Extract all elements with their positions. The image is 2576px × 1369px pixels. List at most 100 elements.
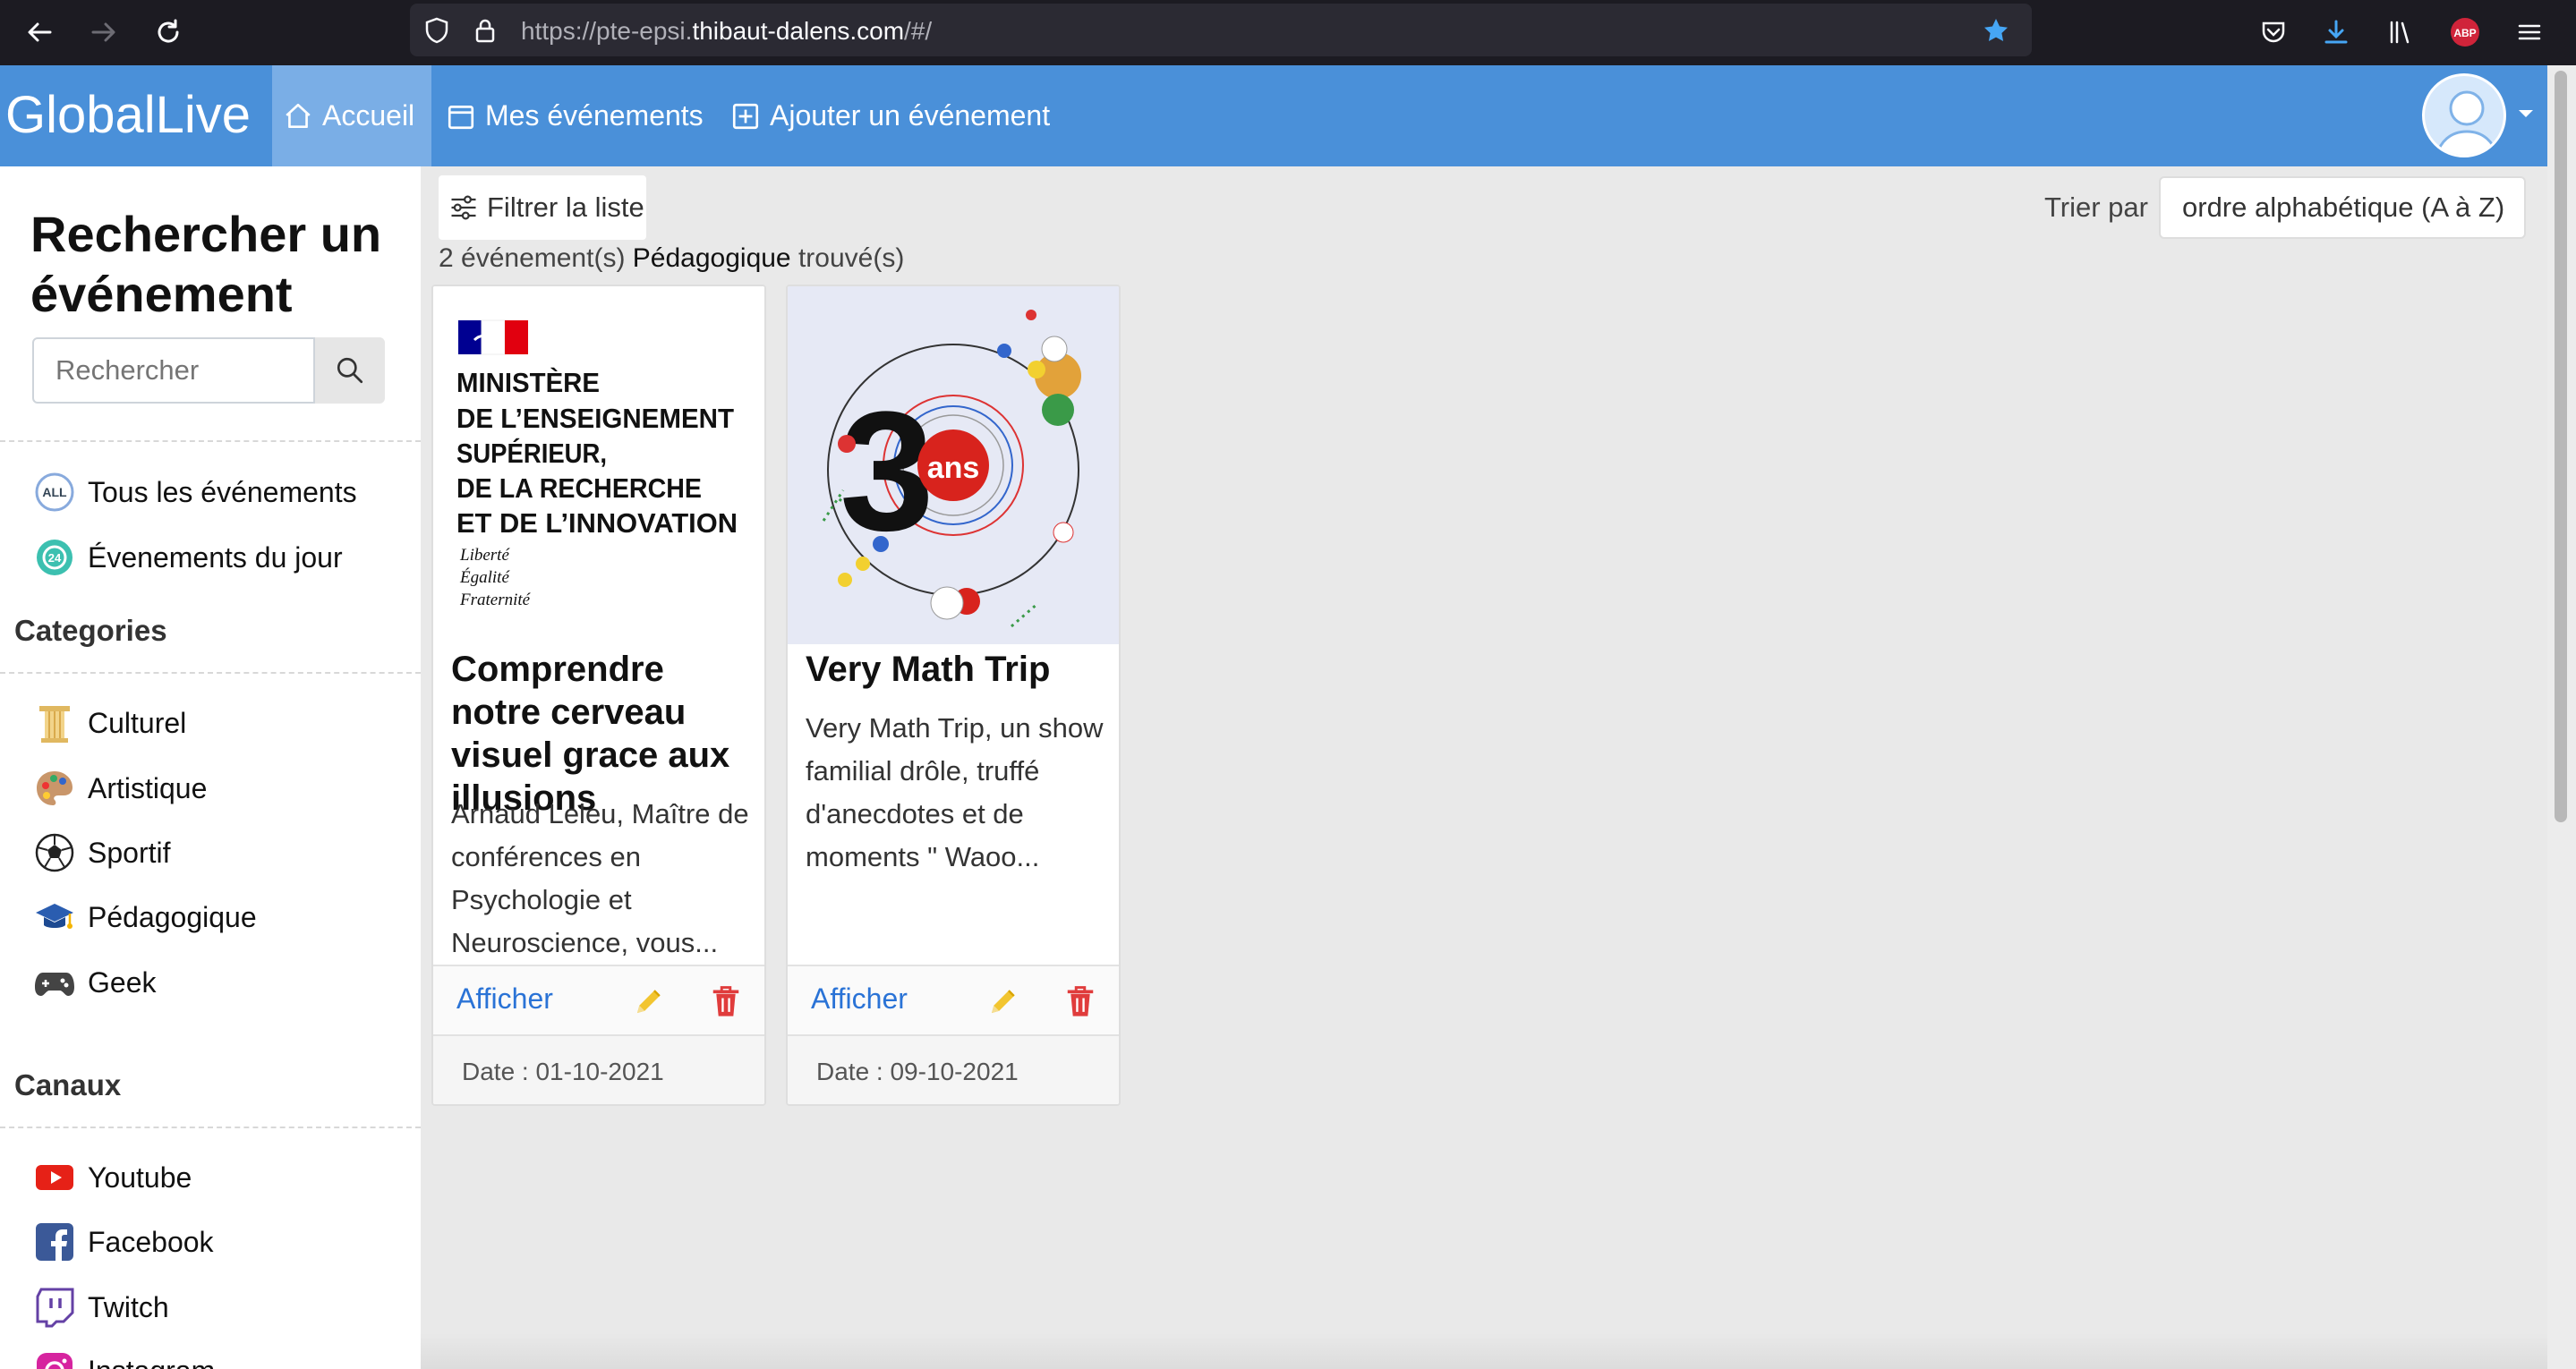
all-icon: ALL (32, 470, 77, 514)
search-button[interactable] (315, 337, 385, 404)
url-prefix: https://pte-epsi. (521, 17, 693, 45)
sidebar-item-label: Instagram (88, 1355, 215, 1369)
event-date: Date : 09-10-2021 (816, 1058, 1019, 1085)
reload-icon[interactable] (149, 13, 188, 52)
event-image-ministere[interactable]: MINISTÈRE DE L’ENSEIGNEMENT SUPÉRIEUR, D… (433, 286, 764, 644)
library-icon[interactable] (2381, 13, 2420, 52)
shield-icon[interactable] (422, 16, 451, 45)
forward-icon[interactable] (84, 13, 124, 52)
ministere-line-5: ET DE L’INNOVATION (456, 507, 738, 539)
sidebar-item-label: Artistique (88, 771, 208, 804)
trash-icon[interactable] (1065, 984, 1096, 1018)
sidebar-item-sportif[interactable]: Sportif (32, 829, 170, 876)
user-icon (2435, 90, 2499, 155)
adblock-icon[interactable]: ABP (2445, 13, 2485, 52)
sort-label: Trier par (2044, 191, 2148, 223)
sidebar-item-geek[interactable]: Geek (32, 959, 156, 1006)
filter-button[interactable]: Filtrer la liste (439, 175, 646, 240)
pocket-icon[interactable] (2254, 13, 2293, 52)
plus-square-icon (732, 103, 759, 129)
categories-heading: Categories (14, 614, 167, 647)
user-avatar[interactable] (2422, 73, 2506, 157)
ministere-line-1: MINISTÈRE (456, 367, 600, 398)
event-image-30-ans[interactable]: 3 ans (788, 286, 1119, 644)
bookmark-star-icon[interactable] (1982, 16, 2010, 45)
bottom-shadow (421, 1333, 2547, 1369)
trash-icon[interactable] (711, 984, 741, 1018)
sidebar-item-culturel[interactable]: Culturel (32, 700, 186, 746)
result-count-suffix: trouvé(s) (798, 243, 905, 273)
ministere-line-4: DE LA RECHERCHE (456, 472, 702, 504)
downloads-icon[interactable] (2316, 13, 2356, 52)
show-button[interactable]: Afficher (456, 982, 553, 1016)
palette-icon (32, 766, 77, 811)
adblock-label: ABP (2453, 27, 2476, 39)
page-scrollbar[interactable] (2547, 65, 2576, 1369)
ministere-line-2: DE L’ENSEIGNEMENT (456, 403, 734, 434)
sidebar-item-label: Facebook (88, 1225, 214, 1258)
pencil-icon[interactable] (632, 984, 666, 1018)
sidebar-item-facebook[interactable]: Facebook (32, 1219, 214, 1265)
sidebar-item-all[interactable]: ALL Tous les événements (32, 469, 357, 515)
column-icon (32, 701, 77, 745)
svg-text:ALL: ALL (42, 485, 67, 499)
sidebar-item-youtube[interactable]: Youtube (32, 1154, 192, 1201)
sliders-icon (451, 195, 476, 220)
nav-accueil-label: Accueil (322, 99, 415, 132)
sidebar-item-today[interactable]: 24 Évenements du jour (32, 534, 343, 581)
menu-icon[interactable] (2510, 13, 2549, 52)
event-description: Very Math Trip, un show familial drôle, … (806, 712, 1104, 872)
instagram-icon (32, 1348, 77, 1369)
url-text[interactable]: https://pte-epsi.thibaut-dalens.com/#/ (521, 17, 932, 46)
nav-mes-evenements-label: Mes événements (485, 99, 704, 132)
facebook-icon (32, 1220, 77, 1264)
divider (0, 440, 421, 442)
sidebar-title: Rechercher un événement (30, 206, 382, 322)
event-footer: Date : 01-10-2021 (433, 1036, 764, 1104)
scrollbar-thumb[interactable] (2555, 71, 2567, 822)
sidebar-item-label: Sportif (88, 836, 171, 869)
pencil-icon[interactable] (986, 984, 1020, 1018)
brand-logo[interactable]: GlobalLive (5, 85, 251, 145)
sidebar-item-pedagogique[interactable]: Pédagogique (32, 894, 257, 940)
twitch-icon (32, 1285, 77, 1330)
sidebar-item-label: Culturel (88, 706, 187, 739)
browser-toolbar: https://pte-epsi.thibaut-dalens.com/#/ A… (0, 0, 2576, 65)
nav-ajouter-evenement-label: Ajouter un événement (770, 99, 1051, 132)
show-button[interactable]: Afficher (811, 982, 908, 1016)
nav-mes-evenements[interactable]: Mes événements (446, 65, 704, 166)
event-title[interactable]: Very Math Trip (806, 648, 1110, 691)
filter-button-label: Filtrer la liste (487, 191, 644, 223)
youtube-icon (32, 1155, 77, 1200)
search-icon (337, 357, 363, 384)
event-card: 3 ans Very Math Trip Very Math Trip, un … (786, 285, 1121, 1106)
lock-icon[interactable] (471, 16, 499, 45)
search-input[interactable] (32, 337, 315, 404)
event-footer: Date : 09-10-2021 (788, 1036, 1119, 1104)
channels-heading: Canaux (14, 1068, 122, 1101)
nav-ajouter-evenement[interactable]: Ajouter un événement (730, 65, 1050, 166)
address-bar[interactable]: https://pte-epsi.thibaut-dalens.com/#/ (410, 4, 2032, 56)
result-count-category: Pédagogique (632, 243, 791, 273)
event-actions: Afficher (433, 965, 764, 1036)
nav-accueil[interactable]: Accueil (272, 65, 431, 166)
url-suffix: /#/ (904, 17, 933, 45)
sidebar-item-instagram[interactable]: Instagram (32, 1348, 215, 1369)
sidebar-item-label: Tous les événements (88, 475, 357, 508)
calendar-icon (448, 105, 474, 129)
svg-text:24: 24 (48, 551, 62, 565)
sort-select[interactable]: ordre alphabétique (A à Z) (2159, 176, 2526, 239)
sidebar-item-twitch[interactable]: Twitch (32, 1284, 169, 1331)
thirty-badge: ans (927, 451, 980, 485)
divider (0, 672, 421, 674)
event-description: Arnaud Leleu, Maître de conférences en P… (451, 798, 749, 958)
sidebar-item-label: Évenements du jour (88, 540, 343, 574)
caret-down-icon[interactable] (2517, 108, 2535, 119)
app-navbar: GlobalLive Accueil Mes événements Ajoute… (0, 65, 2547, 166)
url-domain: thibaut-dalens.com (692, 17, 905, 45)
sidebar-item-label: Twitch (88, 1290, 169, 1323)
sidebar-item-label: Geek (88, 965, 157, 999)
back-icon[interactable] (20, 13, 59, 52)
sidebar-item-artistique[interactable]: Artistique (32, 765, 207, 812)
sidebar-item-label: Pédagogique (88, 900, 257, 933)
